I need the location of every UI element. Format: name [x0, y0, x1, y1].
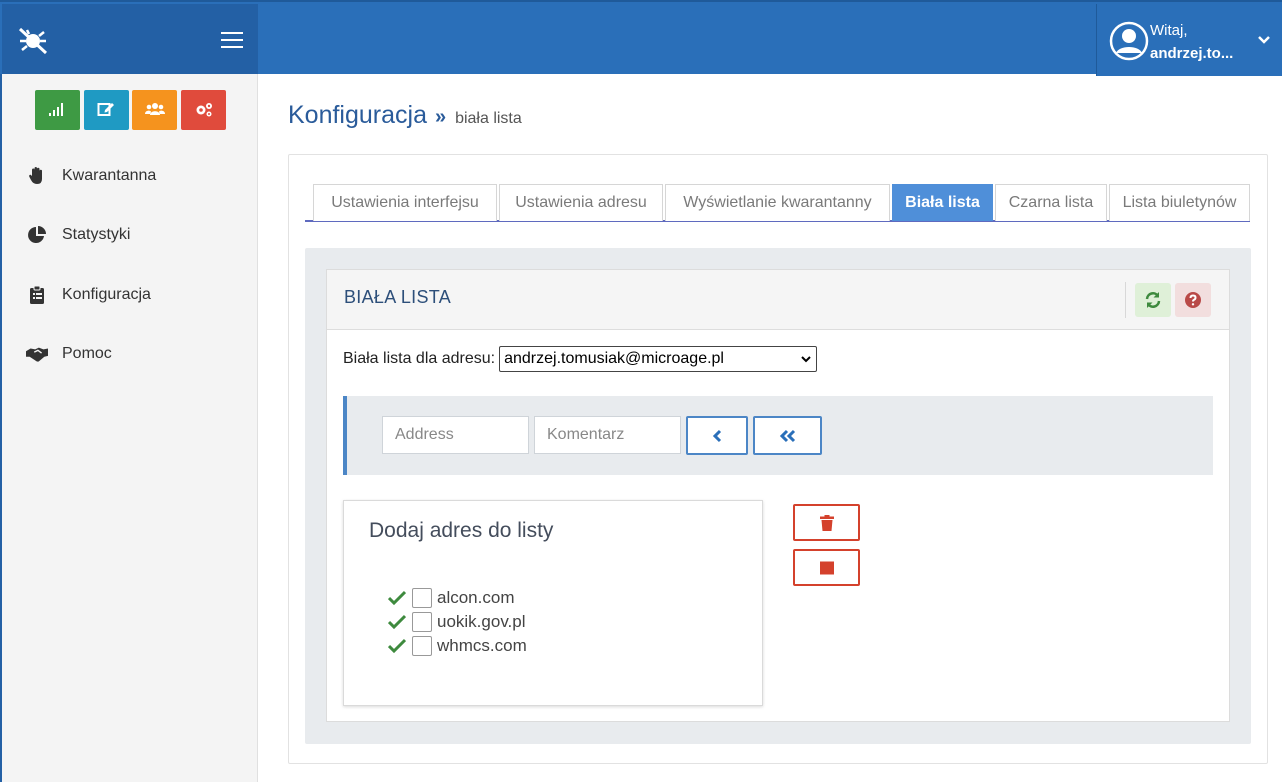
signal-bars-icon — [49, 103, 63, 116]
stop-icon — [820, 561, 834, 575]
entry-domain: uokik.gov.pl — [437, 612, 526, 631]
sidebar-item-label: Kwarantanna — [62, 167, 157, 184]
users-icon — [145, 103, 165, 115]
user-avatar-icon — [1109, 21, 1149, 61]
sidebar-item-label: Statystyki — [62, 226, 131, 243]
comment-input[interactable]: Komentarz — [534, 416, 681, 454]
header-divider — [1125, 282, 1126, 318]
handshake-icon — [26, 344, 48, 364]
breadcrumb: biała lista — [455, 110, 522, 127]
user-greeting: Witaj, andrzej.to... — [1150, 19, 1233, 65]
double-chevron-left-icon — [779, 429, 796, 443]
username-text: andrzej.to... — [1150, 45, 1234, 62]
page-title-text: Konfiguracja — [288, 101, 427, 129]
users-quick-button[interactable] — [132, 90, 177, 130]
refresh-button[interactable] — [1135, 283, 1171, 317]
address-select-label: Biała lista dla adresu: — [343, 350, 496, 367]
list-item: whmcs.com — [388, 635, 527, 657]
chevron-left-icon — [712, 429, 722, 443]
trash-icon — [820, 515, 834, 531]
list-title: Dodaj adres do listy — [369, 519, 554, 542]
sidebar: Kwarantanna Statystyki Konfiguracja Pomo… — [0, 74, 258, 782]
tab-ustawienia-adresu[interactable]: Ustawienia adresu — [499, 184, 663, 221]
bug-logo-icon[interactable] — [16, 26, 50, 56]
hand-icon — [26, 166, 48, 186]
entry-checkbox[interactable] — [412, 636, 432, 656]
chevron-down-icon — [801, 356, 811, 363]
edit-icon — [97, 103, 114, 116]
breadcrumb-separator: » — [434, 106, 447, 128]
pie-chart-icon — [26, 225, 48, 245]
address-select-row: Biała lista dla adresu: andrzej.tomusiak… — [343, 346, 818, 372]
entry-domain: alcon.com — [437, 588, 515, 607]
tab-wyswietlanie-kwarantanny[interactable]: Wyświetlanie kwarantanny — [665, 184, 890, 221]
user-menu[interactable]: Witaj, andrzej.to... — [1096, 4, 1282, 76]
check-icon — [388, 638, 406, 654]
address-input[interactable]: Address — [382, 416, 529, 454]
address-select[interactable]: andrzej.tomusiak@microage.pl — [499, 346, 818, 372]
add-entry-strip: Address Komentarz — [343, 396, 1213, 475]
config-tabs: Ustawienia interfejsu Ustawienia adresu … — [305, 184, 1250, 222]
sidebar-item-pomoc[interactable]: Pomoc — [26, 342, 112, 366]
box-header: BIAŁA LISTA — [327, 270, 1229, 330]
question-circle-icon — [1185, 292, 1201, 308]
page-title: Konfiguracja » biała lista — [288, 101, 522, 130]
top-bar: Witaj, andrzej.to... — [0, 0, 1282, 76]
stats-quick-button[interactable] — [35, 90, 80, 130]
stop-button[interactable] — [793, 549, 860, 586]
refresh-icon — [1145, 292, 1161, 308]
sidebar-item-statystyki[interactable]: Statystyki — [26, 223, 130, 247]
greeting-text: Witaj, — [1150, 22, 1188, 39]
sidebar-item-konfiguracja[interactable]: Konfiguracja — [26, 283, 151, 307]
entry-checkbox[interactable] — [412, 588, 432, 608]
gears-icon — [196, 103, 212, 117]
tab-lista-biuletynow[interactable]: Lista biuletynów — [1109, 184, 1250, 221]
list-item: uokik.gov.pl — [388, 611, 526, 633]
tab-ustawienia-interfejsu[interactable]: Ustawienia interfejsu — [313, 184, 497, 221]
edit-quick-button[interactable] — [84, 90, 129, 130]
check-icon — [388, 614, 406, 630]
add-entry-button[interactable] — [686, 416, 748, 455]
menu-toggle-icon[interactable] — [221, 32, 243, 50]
sidebar-item-label: Pomoc — [62, 345, 112, 362]
check-icon — [388, 590, 406, 606]
entry-checkbox[interactable] — [412, 612, 432, 632]
add-all-button[interactable] — [753, 416, 822, 455]
clipboard-icon — [26, 285, 48, 305]
address-select-value: andrzej.tomusiak@microage.pl — [504, 350, 724, 367]
entry-domain: whmcs.com — [437, 636, 527, 655]
box-title: BIAŁA LISTA — [344, 287, 452, 307]
chevron-down-icon[interactable] — [1257, 33, 1271, 47]
brand-area — [2, 4, 258, 76]
delete-selected-button[interactable] — [793, 504, 860, 541]
tab-biala-lista[interactable]: Biała lista — [892, 184, 993, 221]
sidebar-item-label: Konfiguracja — [62, 286, 151, 303]
whitelist-entries-card: Dodaj adres do listy alcon.com uokik.gov… — [343, 500, 763, 706]
list-item: alcon.com — [388, 587, 514, 609]
sidebar-item-kwarantanna[interactable]: Kwarantanna — [26, 164, 156, 188]
tab-czarna-lista[interactable]: Czarna lista — [995, 184, 1107, 221]
help-button[interactable] — [1175, 283, 1211, 317]
settings-quick-button[interactable] — [181, 90, 226, 130]
